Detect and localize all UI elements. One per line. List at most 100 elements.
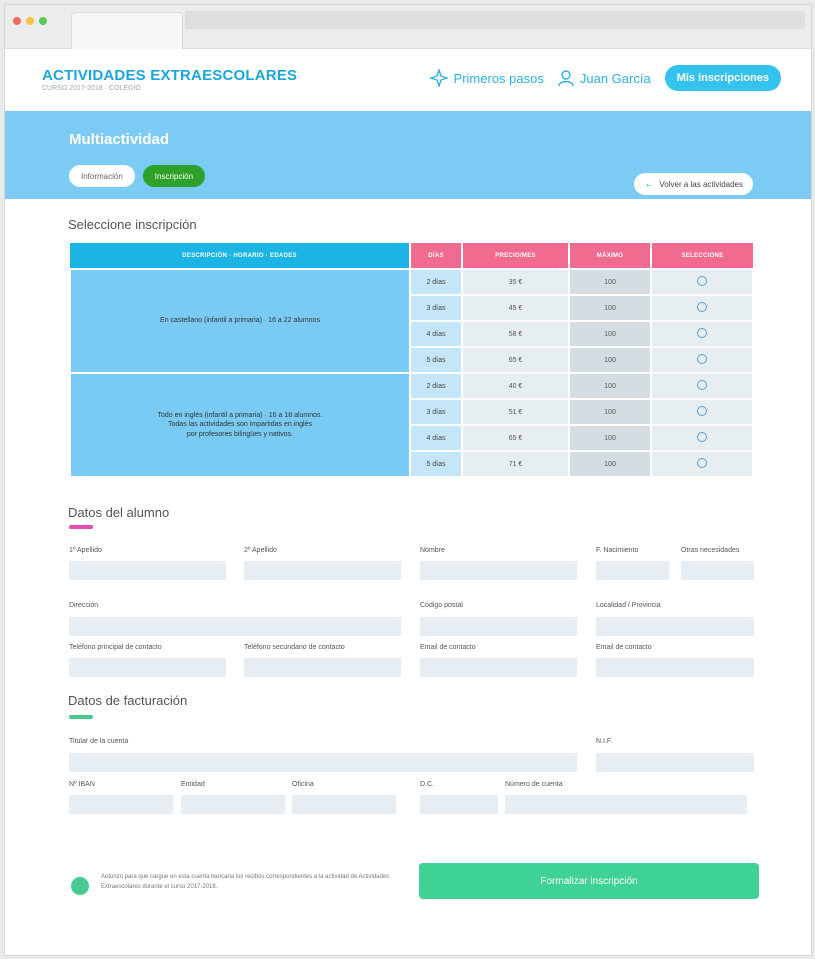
select-cell bbox=[650, 372, 754, 400]
banner-tabs: Información Inscripción bbox=[69, 165, 206, 187]
price-cell: 65 € bbox=[461, 346, 570, 374]
dc-field[interactable] bbox=[420, 795, 498, 814]
browser-tab[interactable] bbox=[71, 12, 183, 49]
days-cell: 2 días bbox=[409, 268, 463, 296]
maximize-dot-icon[interactable] bbox=[39, 17, 47, 25]
column-header: DÍAS bbox=[409, 243, 462, 269]
surname2-field[interactable] bbox=[244, 561, 401, 580]
days-cell: 5 días bbox=[409, 346, 463, 374]
consent-text: Autorizo para que cargue en esta cuenta … bbox=[101, 874, 390, 890]
surname1-field[interactable] bbox=[69, 561, 226, 580]
table-row: Todo en inglés (infantil a primaria) · 1… bbox=[69, 372, 754, 478]
price-cell: 65 € bbox=[461, 424, 570, 452]
address-bar[interactable] bbox=[185, 11, 805, 29]
price-cell: 35 € bbox=[461, 268, 570, 296]
consent-check-icon[interactable] bbox=[71, 877, 89, 895]
my-inscriptions-button[interactable]: Mis inscripciones bbox=[664, 65, 781, 91]
brand-subtitle: CURSO 2017-2018 · COLEGIO bbox=[42, 85, 141, 92]
select-radio[interactable] bbox=[697, 458, 707, 468]
select-cell bbox=[650, 424, 754, 452]
column-header: SELECCIONE bbox=[650, 243, 753, 269]
select-cell bbox=[650, 450, 754, 478]
email2-label: Email de contacto bbox=[596, 644, 652, 651]
email2-field[interactable] bbox=[596, 658, 754, 677]
account-field[interactable] bbox=[505, 795, 747, 814]
select-radio[interactable] bbox=[697, 432, 707, 442]
max-cell: 100 bbox=[568, 424, 652, 452]
group-description: Todo en inglés (infantil a primaria) · 1… bbox=[69, 372, 411, 478]
holder-field[interactable] bbox=[69, 753, 577, 772]
arrow-left-icon: ← bbox=[644, 178, 655, 190]
back-to-activities-button[interactable]: ← Volver a las actividades bbox=[634, 173, 753, 195]
browser-chrome bbox=[5, 5, 811, 49]
table-row: En castellano (infantil a primaria) · 16… bbox=[69, 268, 754, 374]
price-cell: 45 € bbox=[461, 294, 570, 322]
other-label: Otras necesidades bbox=[681, 547, 740, 554]
select-radio[interactable] bbox=[697, 276, 707, 286]
tab-inscription[interactable]: Inscripción bbox=[142, 165, 206, 187]
iban-label: Nº IBAN bbox=[69, 781, 95, 788]
minimize-dot-icon[interactable] bbox=[26, 17, 34, 25]
select-radio[interactable] bbox=[697, 380, 707, 390]
max-cell: 100 bbox=[568, 294, 652, 322]
nav-user[interactable]: Juan García bbox=[558, 69, 651, 87]
section-underline bbox=[69, 525, 93, 529]
phone1-label: Teléfono principal de contacto bbox=[69, 644, 162, 651]
activity-banner: Multiactividad Información Inscripción ←… bbox=[5, 111, 811, 199]
top-nav: Primeros pasos Juan García Mis inscripci… bbox=[429, 65, 781, 91]
table-header-row: DESCRIPCIÓN · HORARIO · EDADES DÍAS PREC… bbox=[70, 243, 753, 269]
surname2-label: 2º Apellido bbox=[244, 547, 277, 554]
days-cell: 3 días bbox=[409, 398, 463, 426]
office-label: Oficina bbox=[292, 781, 314, 788]
page-title: Multiactividad bbox=[69, 131, 170, 148]
select-radio[interactable] bbox=[697, 302, 707, 312]
close-dot-icon[interactable] bbox=[13, 17, 21, 25]
phone1-field[interactable] bbox=[69, 658, 226, 677]
city-field[interactable] bbox=[596, 617, 754, 636]
max-cell: 100 bbox=[568, 372, 652, 400]
select-cell bbox=[650, 346, 754, 374]
entity-label: Entidad bbox=[181, 781, 205, 788]
email1-field[interactable] bbox=[420, 658, 577, 677]
iban-field[interactable] bbox=[69, 795, 173, 814]
select-radio[interactable] bbox=[697, 328, 707, 338]
billing-section-title: Datos de facturación bbox=[68, 693, 188, 708]
brand[interactable]: ACTIVIDADES EXTRAESCOLARES CURSO 2017-20… bbox=[42, 67, 297, 92]
site-header: ACTIVIDADES EXTRAESCOLARES CURSO 2017-20… bbox=[5, 49, 811, 111]
entity-field[interactable] bbox=[181, 795, 285, 814]
price-cell: 58 € bbox=[461, 320, 570, 348]
max-cell: 100 bbox=[568, 398, 652, 426]
address-field[interactable] bbox=[69, 617, 401, 636]
days-cell: 4 días bbox=[409, 320, 463, 348]
description-line: Todas las actividades son impartidas en … bbox=[168, 421, 312, 429]
select-radio[interactable] bbox=[697, 354, 707, 364]
back-button-label: Volver a las actividades bbox=[659, 179, 743, 189]
nif-field[interactable] bbox=[596, 753, 754, 772]
user-icon bbox=[558, 70, 574, 87]
column-header: PRECIO/MES bbox=[461, 243, 569, 269]
days-cell: 3 días bbox=[409, 294, 463, 322]
nav-user-label: Juan García bbox=[579, 70, 651, 86]
select-radio[interactable] bbox=[697, 406, 707, 416]
tab-information[interactable]: Información bbox=[69, 165, 135, 187]
max-cell: 100 bbox=[568, 450, 652, 478]
postal-field[interactable] bbox=[420, 617, 577, 636]
select-cell bbox=[650, 294, 754, 322]
inscription-table: DESCRIPCIÓN · HORARIO · EDADES DÍAS PREC… bbox=[69, 243, 754, 478]
description-line: por profesores bilingües y nativos. bbox=[186, 430, 294, 438]
select-cell bbox=[650, 268, 754, 296]
office-field[interactable] bbox=[292, 795, 396, 814]
name-field[interactable] bbox=[420, 561, 577, 580]
max-cell: 100 bbox=[568, 268, 652, 296]
nav-first-steps[interactable]: Primeros pasos bbox=[429, 69, 544, 87]
compass-icon bbox=[429, 69, 448, 87]
other-field[interactable] bbox=[681, 561, 754, 580]
holder-label: Titular de la cuenta bbox=[69, 738, 129, 745]
birth-field[interactable] bbox=[596, 561, 669, 580]
group-description: En castellano (infantil a primaria) · 16… bbox=[69, 268, 411, 374]
phone2-field[interactable] bbox=[244, 658, 401, 677]
price-cell: 71 € bbox=[461, 450, 570, 478]
student-section-title: Datos del alumno bbox=[68, 505, 170, 520]
window-controls bbox=[13, 17, 47, 25]
submit-inscription-button[interactable]: Formalizar inscripción bbox=[419, 863, 759, 899]
